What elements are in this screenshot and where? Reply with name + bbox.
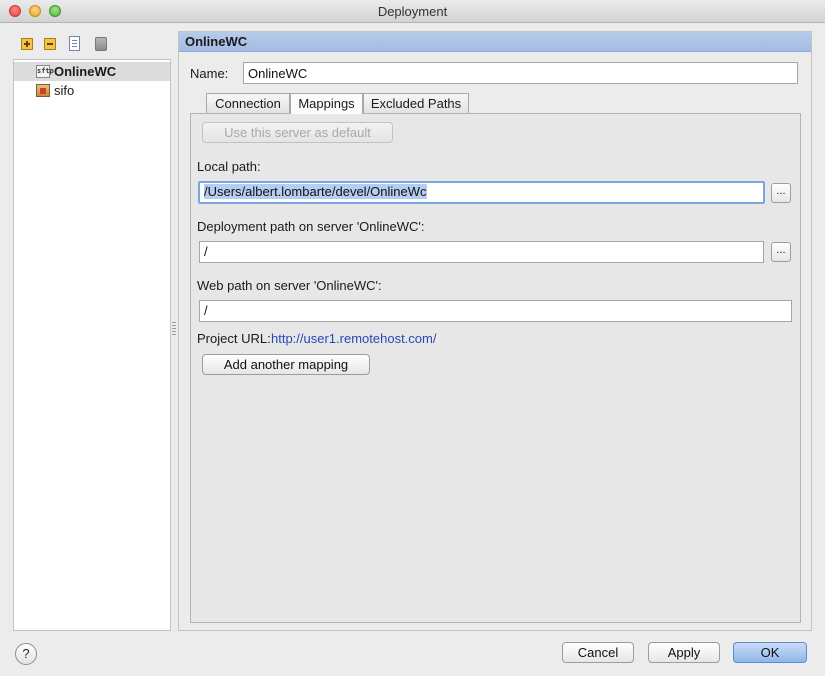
project-url-label: Project URL: — [197, 331, 271, 346]
web-path-label: Web path on server 'OnlineWC': — [197, 278, 382, 293]
server-item-label: OnlineWC — [54, 64, 117, 79]
server-item-label: sifo — [54, 83, 75, 98]
deployment-path-label: Deployment path on server 'OnlineWC': — [197, 219, 425, 234]
window-title: Deployment — [377, 4, 448, 19]
name-input[interactable] — [243, 62, 798, 84]
project-url-link[interactable]: http://user1.remotehost.com/ — [271, 331, 436, 346]
apply-button[interactable]: Apply — [648, 642, 720, 663]
name-label: Name: — [190, 66, 229, 81]
local-path-label: Local path: — [197, 159, 261, 174]
tab-connection[interactable]: Connection — [206, 93, 290, 113]
server-item-onlinewc[interactable]: sftp OnlineWC — [14, 62, 170, 81]
server-list: sftp OnlineWC sifo — [13, 59, 171, 631]
default-server-icon[interactable] — [95, 37, 107, 51]
use-as-default-button[interactable]: Use this server as default — [202, 122, 393, 143]
browse-deployment-path-button[interactable]: ... — [771, 242, 791, 262]
deployment-path-input[interactable]: / — [199, 241, 764, 263]
sftp-server-icon: sftp — [36, 65, 54, 78]
ok-button[interactable]: OK — [733, 642, 807, 663]
local-folder-icon — [36, 84, 50, 97]
help-button[interactable]: ? — [15, 643, 37, 665]
cancel-button[interactable]: Cancel — [562, 642, 634, 663]
tab-excluded-paths[interactable]: Excluded Paths — [363, 93, 469, 113]
add-another-mapping-button[interactable]: Add another mapping — [202, 354, 370, 375]
local-path-input[interactable]: /Users/albert.lombarte/devel/OnlineWc — [198, 181, 765, 204]
deployment-dialog: Deployment sftp OnlineWC sifo OnlineWC N… — [0, 0, 825, 676]
browse-local-path-button[interactable]: ... — [771, 183, 791, 203]
web-path-input[interactable]: / — [199, 300, 792, 322]
local-path-value: /Users/albert.lombarte/devel/OnlineWc — [204, 184, 427, 199]
tab-mappings[interactable]: Mappings — [290, 93, 363, 114]
server-item-sifo[interactable]: sifo — [14, 81, 170, 100]
copy-server-icon[interactable] — [69, 36, 80, 51]
panel-title: OnlineWC — [179, 32, 811, 52]
remove-server-icon[interactable] — [44, 38, 56, 50]
title-bar: Deployment — [0, 0, 825, 23]
splitter-handle[interactable] — [172, 322, 176, 336]
add-server-icon[interactable] — [21, 38, 33, 50]
